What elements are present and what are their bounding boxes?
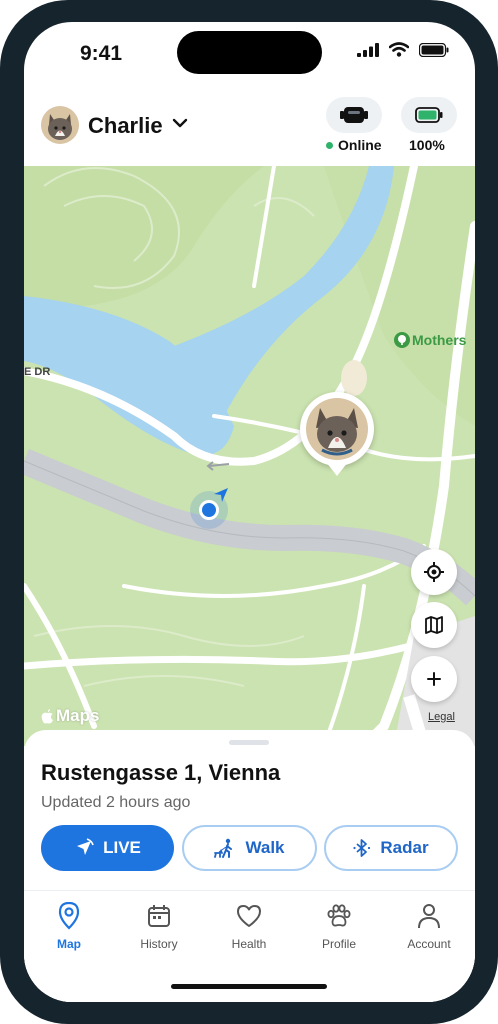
home-indicator[interactable] [171, 984, 327, 989]
road-label: E DR [24, 366, 51, 378]
dog-walking-icon [214, 838, 233, 858]
map-pin-icon [58, 902, 80, 930]
locate-icon [424, 562, 444, 582]
radar-button[interactable]: Radar [324, 825, 458, 871]
tab-label: Map [57, 937, 81, 951]
paw-icon [327, 904, 351, 927]
connection-status-text: Online [338, 137, 382, 153]
live-tracking-icon [77, 838, 94, 855]
pet-header: Charlie Online 100% [24, 94, 475, 166]
tab-map[interactable]: Map [24, 901, 114, 951]
poi-label[interactable]: Mothers [412, 332, 466, 348]
live-tracking-button[interactable]: LIVE [41, 825, 174, 871]
live-label: LIVE [103, 838, 141, 857]
battery-status-icon [419, 42, 449, 57]
tab-profile[interactable]: Profile [294, 901, 384, 951]
pet-location-pin[interactable] [300, 392, 374, 466]
tab-label: History [140, 937, 178, 951]
calendar-icon [148, 905, 170, 927]
pin-pointer [326, 462, 348, 476]
direction-arrow-icon [214, 488, 228, 502]
tab-health[interactable]: Health [204, 901, 294, 951]
tracker-device-icon [340, 107, 368, 123]
poi-park-marker[interactable] [394, 332, 410, 353]
map-type-button[interactable] [411, 602, 457, 648]
sheet-grabber[interactable] [229, 740, 269, 745]
maps-attribution: Maps [41, 706, 99, 726]
recenter-button[interactable] [411, 549, 457, 595]
legal-link[interactable]: Legal [428, 711, 455, 723]
dynamic-island [177, 31, 322, 74]
app-screen: 9:41 Charlie Online 100% E DR Mothers Ma… [24, 22, 475, 1002]
online-status-dot [326, 141, 333, 149]
apple-logo-icon [41, 708, 53, 724]
heart-icon [237, 905, 261, 927]
plus-icon [427, 672, 441, 686]
status-time: 9:41 [80, 42, 123, 65]
zoom-in-button[interactable] [411, 656, 457, 702]
map-view[interactable]: E DR Mothers Maps Legal [24, 166, 475, 746]
person-icon [418, 904, 440, 929]
pet-avatar[interactable] [41, 106, 79, 144]
last-updated: Updated 2 hours ago [41, 794, 191, 811]
phone-frame: 9:41 Charlie Online 100% E DR Mothers Ma… [0, 0, 498, 1024]
connection-status: Online [326, 137, 382, 153]
tracker-device-chip[interactable] [326, 97, 382, 133]
tab-label: Health [231, 937, 267, 951]
tracker-battery-chip[interactable] [401, 97, 457, 133]
walk-button[interactable]: Walk [182, 825, 317, 871]
battery-full-icon [415, 107, 443, 123]
location-address: Rustengasse 1, Vienna [41, 760, 281, 785]
battery-level: 100% [409, 137, 445, 153]
bluetooth-icon [353, 839, 371, 857]
pet-photo [306, 398, 368, 460]
radar-label: Radar [380, 838, 429, 857]
tab-history[interactable]: History [114, 901, 204, 951]
cellular-signal-icon [357, 42, 379, 57]
maps-label: Maps [56, 706, 100, 725]
map-canvas [24, 166, 475, 746]
status-icons [357, 42, 449, 57]
tree-icon [394, 332, 410, 348]
chevron-down-icon[interactable] [171, 114, 189, 132]
tab-label: Profile [321, 937, 356, 951]
walk-label: Walk [245, 838, 285, 857]
wifi-icon [389, 42, 409, 57]
pet-name[interactable]: Charlie [88, 113, 163, 139]
map-icon [425, 616, 443, 634]
tab-account[interactable]: Account [384, 901, 474, 951]
tab-label: Account [407, 937, 451, 951]
